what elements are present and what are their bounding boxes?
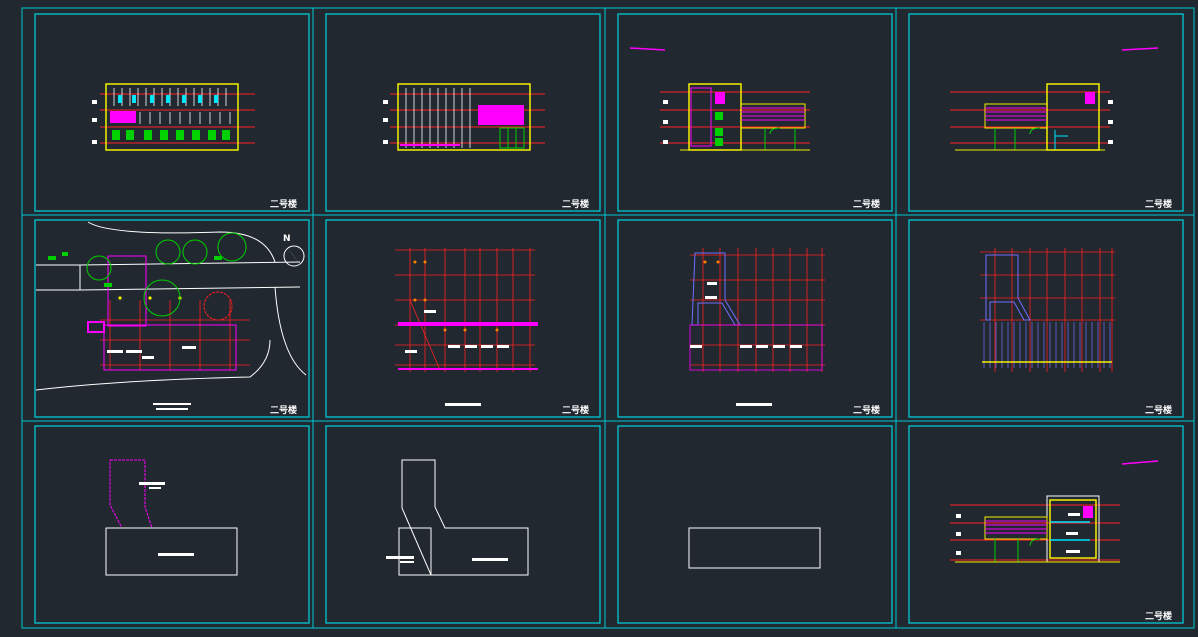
elevation-side-left-drawing [629, 47, 810, 151]
sheet-frame-10[interactable] [325, 425, 601, 624]
sheet-stamp-3: 二号楼 [853, 198, 880, 210]
drawing-sheet-svg[interactable]: N 二号楼 二号楼 二号楼 二号楼 二号楼 二号楼 二号楼 二号楼 二号楼 [0, 0, 1198, 637]
north-label: N [283, 234, 291, 244]
sheet-frame-8[interactable] [908, 219, 1184, 418]
floor-plan-1-drawing [395, 248, 538, 406]
sheet-frame-1[interactable] [34, 13, 310, 212]
elevation-front-drawing [92, 83, 255, 151]
roof-plan-2-drawing [386, 459, 529, 576]
sheet-stamp-6: 二号楼 [562, 404, 589, 416]
elevation-side-right-drawing [950, 47, 1159, 151]
site-plan-drawing: N [35, 221, 307, 410]
sheet-stamp-4: 二号楼 [1145, 198, 1172, 210]
sheet-frame-6[interactable] [325, 219, 601, 418]
north-arrow-icon: N [283, 234, 305, 267]
elevation-rear-drawing [383, 83, 545, 151]
floor-plan-3-drawing [980, 248, 1115, 372]
section-drawing [950, 460, 1159, 563]
sheet-frame-9[interactable] [34, 425, 310, 624]
sheet-frames [34, 13, 1184, 624]
sheet-frame-2[interactable] [325, 13, 601, 212]
sheet-frame-11[interactable] [617, 425, 893, 624]
outer-frame [21, 7, 1195, 629]
sheet-frame-7[interactable] [617, 219, 893, 418]
roof-plan-3-drawing [688, 527, 821, 569]
sheet-stamp-5: 二号楼 [270, 404, 297, 416]
roof-plan-1-drawing [105, 459, 238, 576]
cad-drawing-canvas[interactable]: N 二号楼 二号楼 二号楼 二号楼 二号楼 二号楼 二号楼 二号楼 二号楼 [0, 0, 1198, 637]
sheet-stamp-8: 二号楼 [1145, 404, 1172, 416]
sheet-stamp-12: 二号楼 [1145, 610, 1172, 622]
sheet-stamp-1: 二号楼 [270, 198, 297, 210]
floor-plan-2-drawing [689, 248, 825, 406]
sheet-stamp-7: 二号楼 [853, 404, 880, 416]
trees [86, 232, 247, 321]
sheet-stamp-2: 二号楼 [562, 198, 589, 210]
